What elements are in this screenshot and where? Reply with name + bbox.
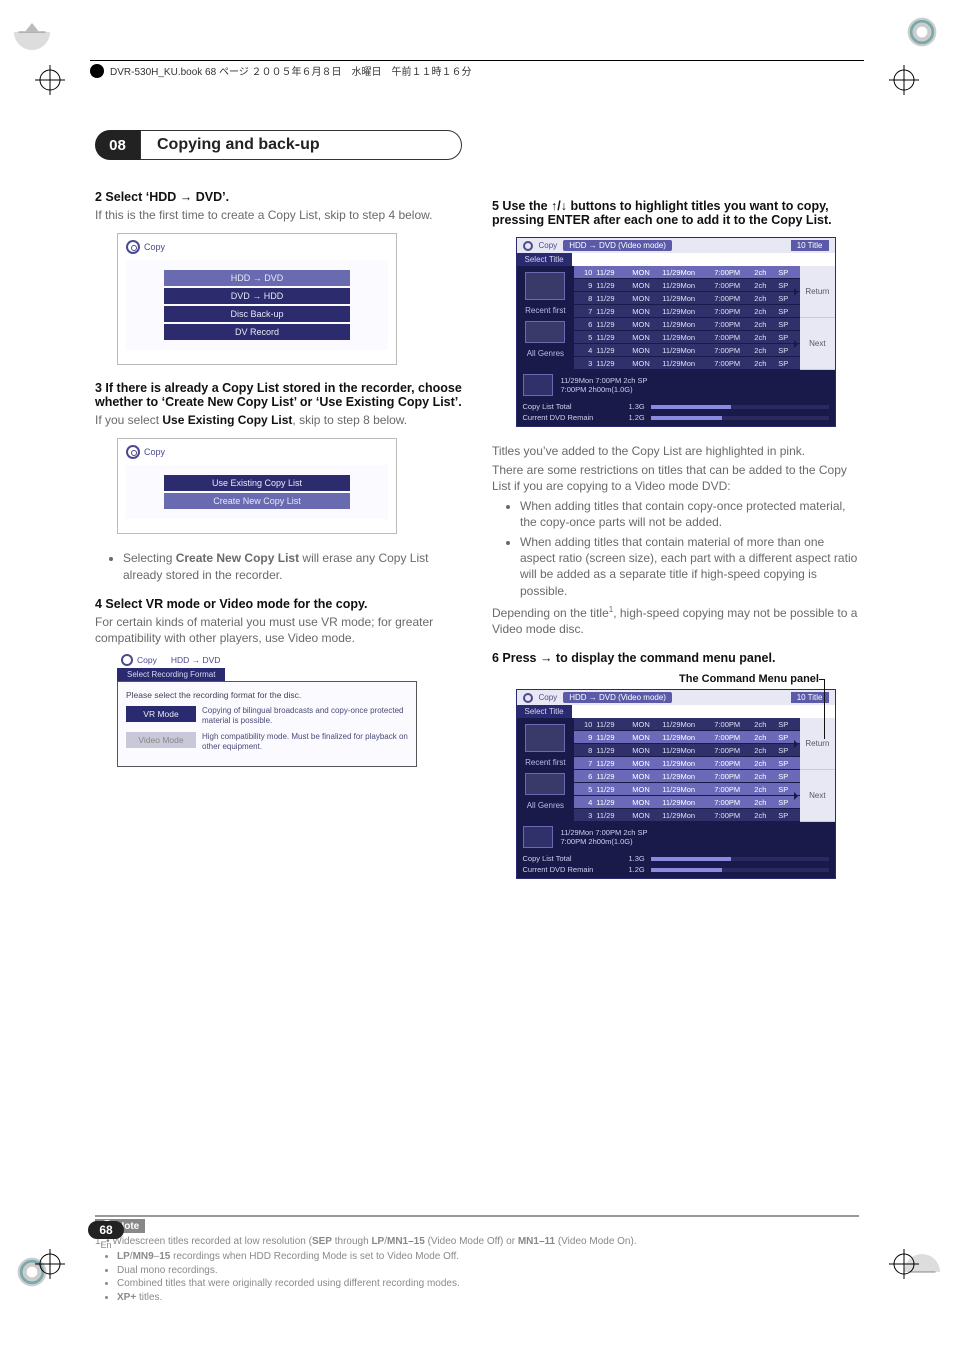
title-row: 1011/29MON11/29Mon7:00PM2chSP [574,718,800,731]
genre-thumb [525,321,565,343]
menu1-item-3: DV Record [164,324,350,340]
vr-mode-desc: Copying of bilingual broadcasts and copy… [202,706,408,726]
step-2-heading: 2 Select ‘HDD → DVD’. [95,190,462,204]
command-menu-caption: The Command Menu panel [492,673,819,685]
step3-bullet: Selecting Create New Copy List will eras… [123,550,462,582]
restriction-bullet-1: When adding titles that contain copy-onc… [520,498,859,530]
menu1-item-1: DVD → HDD [164,288,350,304]
step-3-text: If you select Use Existing Copy List, sk… [95,412,462,428]
vr-tab: Select Recording Format [117,668,225,681]
recent-first-label: Recent first [525,306,565,315]
title-row: 611/29MON11/29Mon7:00PM2chSP [574,770,800,783]
next-button: Next [800,318,834,370]
step-3-heading: 3 If there is already a Copy List stored… [95,381,462,409]
title-row: 311/29MON11/29Mon7:00PM2chSP [574,357,800,370]
step-5-heading: 5 Use the ↑/↓ buttons to highlight title… [492,199,859,227]
title-row: 611/29MON11/29Mon7:00PM2chSP [574,318,800,331]
vr-mode-mock: Copy HDD → DVD Select Recording Format P… [117,652,417,767]
chapter-heading: 08 Copying and back-up [95,130,462,160]
title-row: 411/29MON11/29Mon7:00PM2chSP [574,796,800,809]
title-row: 1011/29MON11/29Mon7:00PM2chSP [574,266,800,279]
return-button: Return [800,266,834,318]
copy-menu-mock-2: Copy Use Existing Copy List Create New C… [117,438,397,534]
left-column: 08 Copying and back-up 2 Select ‘HDD → D… [95,130,462,895]
crop-mark-bl [35,1249,65,1279]
title-row: 911/29MON11/29Mon7:00PM2chSP [574,279,800,292]
return-button: Return [800,718,834,770]
restriction-bullet-2: When adding titles that contain material… [520,534,859,599]
title-row: 311/29MON11/29Mon7:00PM2chSP [574,809,800,822]
select-title-tab: Select Title [517,253,572,266]
all-genres-label: All Genres [527,349,564,358]
title-row: 711/29MON11/29Mon7:00PM2chSP [574,305,800,318]
detail-line-2: 7:00PM 2h00m(1.0G) [561,385,648,394]
step-6-heading: 6 Press → to display the command menu pa… [492,651,859,665]
detail-thumb [523,374,553,396]
disc-icon [523,693,533,703]
select-title-panel-1: Copy HDD → DVD (Video mode) 10 Title Sel… [516,237,836,427]
chapter-title: Copying and back-up [140,130,462,160]
depend-paragraph: Depending on the title1, high-speed copy… [492,605,859,637]
disc-icon [126,240,140,254]
step5-paragraph-a: Titles you’ve added to the Copy List are… [492,443,859,459]
page-lang: En [88,1240,124,1250]
menu2-item-1: Create New Copy List [164,493,350,509]
title-row: 711/29MON11/29Mon7:00PM2chSP [574,757,800,770]
detail-thumb [523,826,553,848]
video-mode-button: Video Mode [126,732,196,748]
title-row: 511/29MON11/29Mon7:00PM2chSP [574,331,800,344]
title-row: 811/29MON11/29Mon7:00PM2chSP [574,744,800,757]
copy-menu-mock-1: Copy HDD → DVD DVD → HDD Disc Back-up DV… [117,233,397,365]
preview-thumb [525,724,565,752]
video-mode-desc: High compatibility mode. Must be finaliz… [202,732,408,752]
menu1-item-2: Disc Back-up [164,306,350,322]
title-row: 811/29MON11/29Mon7:00PM2chSP [574,292,800,305]
vr-mode-button: VR Mode [126,706,196,722]
detail-line-1: 11/29Mon 7:00PM 2ch SP [561,376,648,385]
select-title-panel-2: Copy HDD → DVD (Video mode) 10 Title Sel… [516,689,836,879]
page-number: 68 [88,1221,124,1239]
chapter-number: 08 [95,130,140,160]
crop-mark-br [889,1249,919,1279]
note-item-lp: LP/MN9–15 recordings when HDD Recording … [117,1250,859,1264]
note-item-combined: Combined titles that were originally rec… [117,1277,859,1291]
menu1-item-0: HDD → DVD [164,270,350,286]
next-button: Next [800,770,834,822]
select-title-tab-2: Select Title [517,705,572,718]
preview-thumb [525,272,565,300]
note-item-xp: XP+ titles. [117,1291,859,1305]
footnote-section: ✎ Note 1. • Widescreen titles recorded a… [95,1215,859,1304]
step5-paragraph-b: There are some restrictions on titles th… [492,462,859,494]
step-4-text: For certain kinds of material you must u… [95,614,462,646]
note-item-dual: Dual mono recordings. [117,1264,859,1278]
disc-icon [126,445,140,459]
genre-thumb [525,773,565,795]
title-row: 411/29MON11/29Mon7:00PM2chSP [574,344,800,357]
step-4-heading: 4 Select VR mode or Video mode for the c… [95,597,462,611]
page-footer: 68 En [88,1221,124,1250]
disc-icon [121,654,133,666]
menu2-item-0: Use Existing Copy List [164,475,350,491]
title-row: 511/29MON11/29Mon7:00PM2chSP [574,783,800,796]
disc-icon [523,241,533,251]
vr-intro: Please select the recording format for t… [126,690,408,700]
title-row: 911/29MON11/29Mon7:00PM2chSP [574,731,800,744]
copy-menu2-title: Copy [126,445,388,459]
right-column: 5 Use the ↑/↓ buttons to highlight title… [492,130,859,895]
copy-menu1-title: Copy [126,240,388,254]
step-2-text: If this is the first time to create a Co… [95,207,462,223]
